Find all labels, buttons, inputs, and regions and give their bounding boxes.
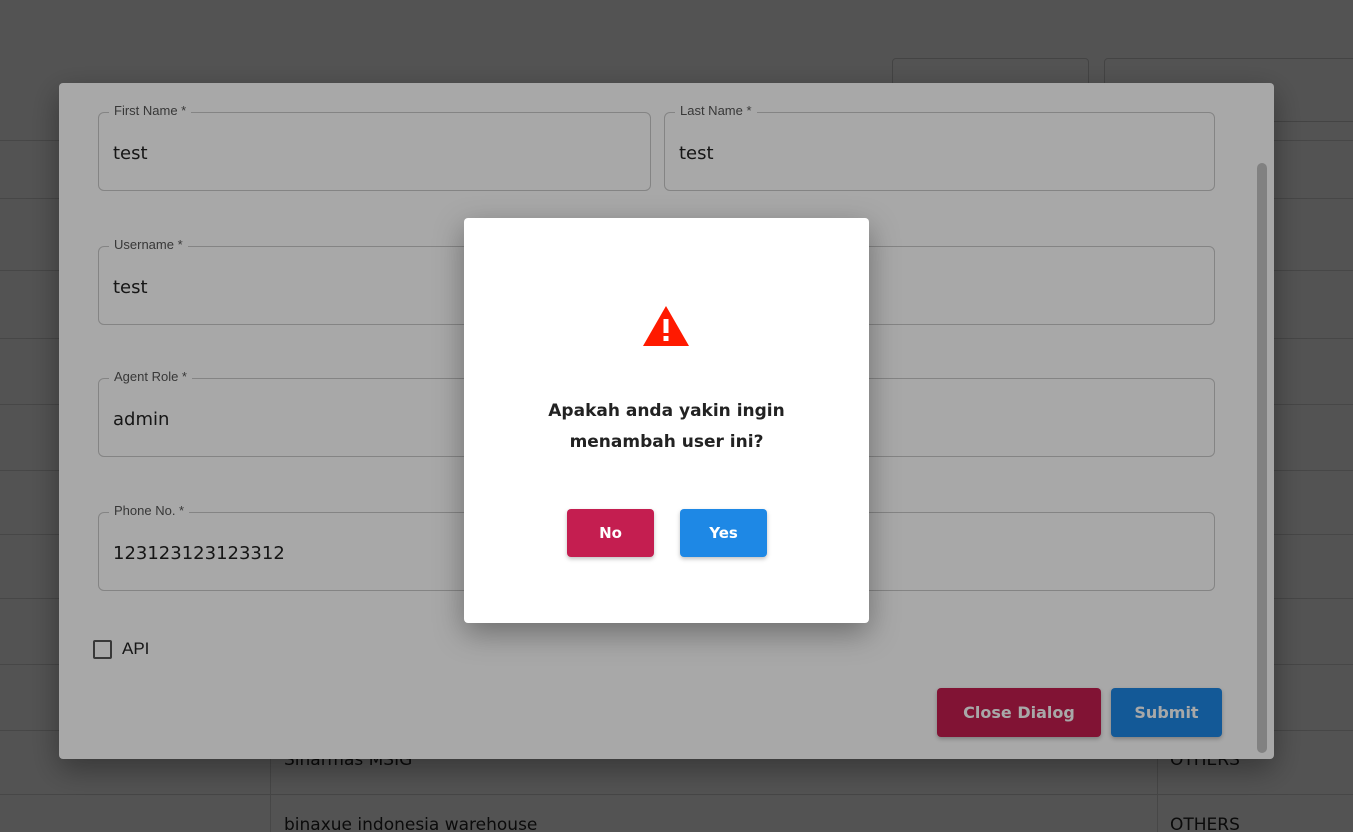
no-button[interactable]: No — [567, 509, 654, 557]
warning-icon — [643, 306, 689, 346]
confirm-dialog: Apakah anda yakin ingin menambah user in… — [464, 218, 869, 623]
confirm-message-line1: Apakah anda yakin ingin — [548, 401, 785, 421]
yes-button[interactable]: Yes — [680, 509, 767, 557]
confirm-message: Apakah anda yakin ingin menambah user in… — [464, 396, 869, 458]
confirm-message-line2: menambah user ini? — [569, 432, 764, 452]
